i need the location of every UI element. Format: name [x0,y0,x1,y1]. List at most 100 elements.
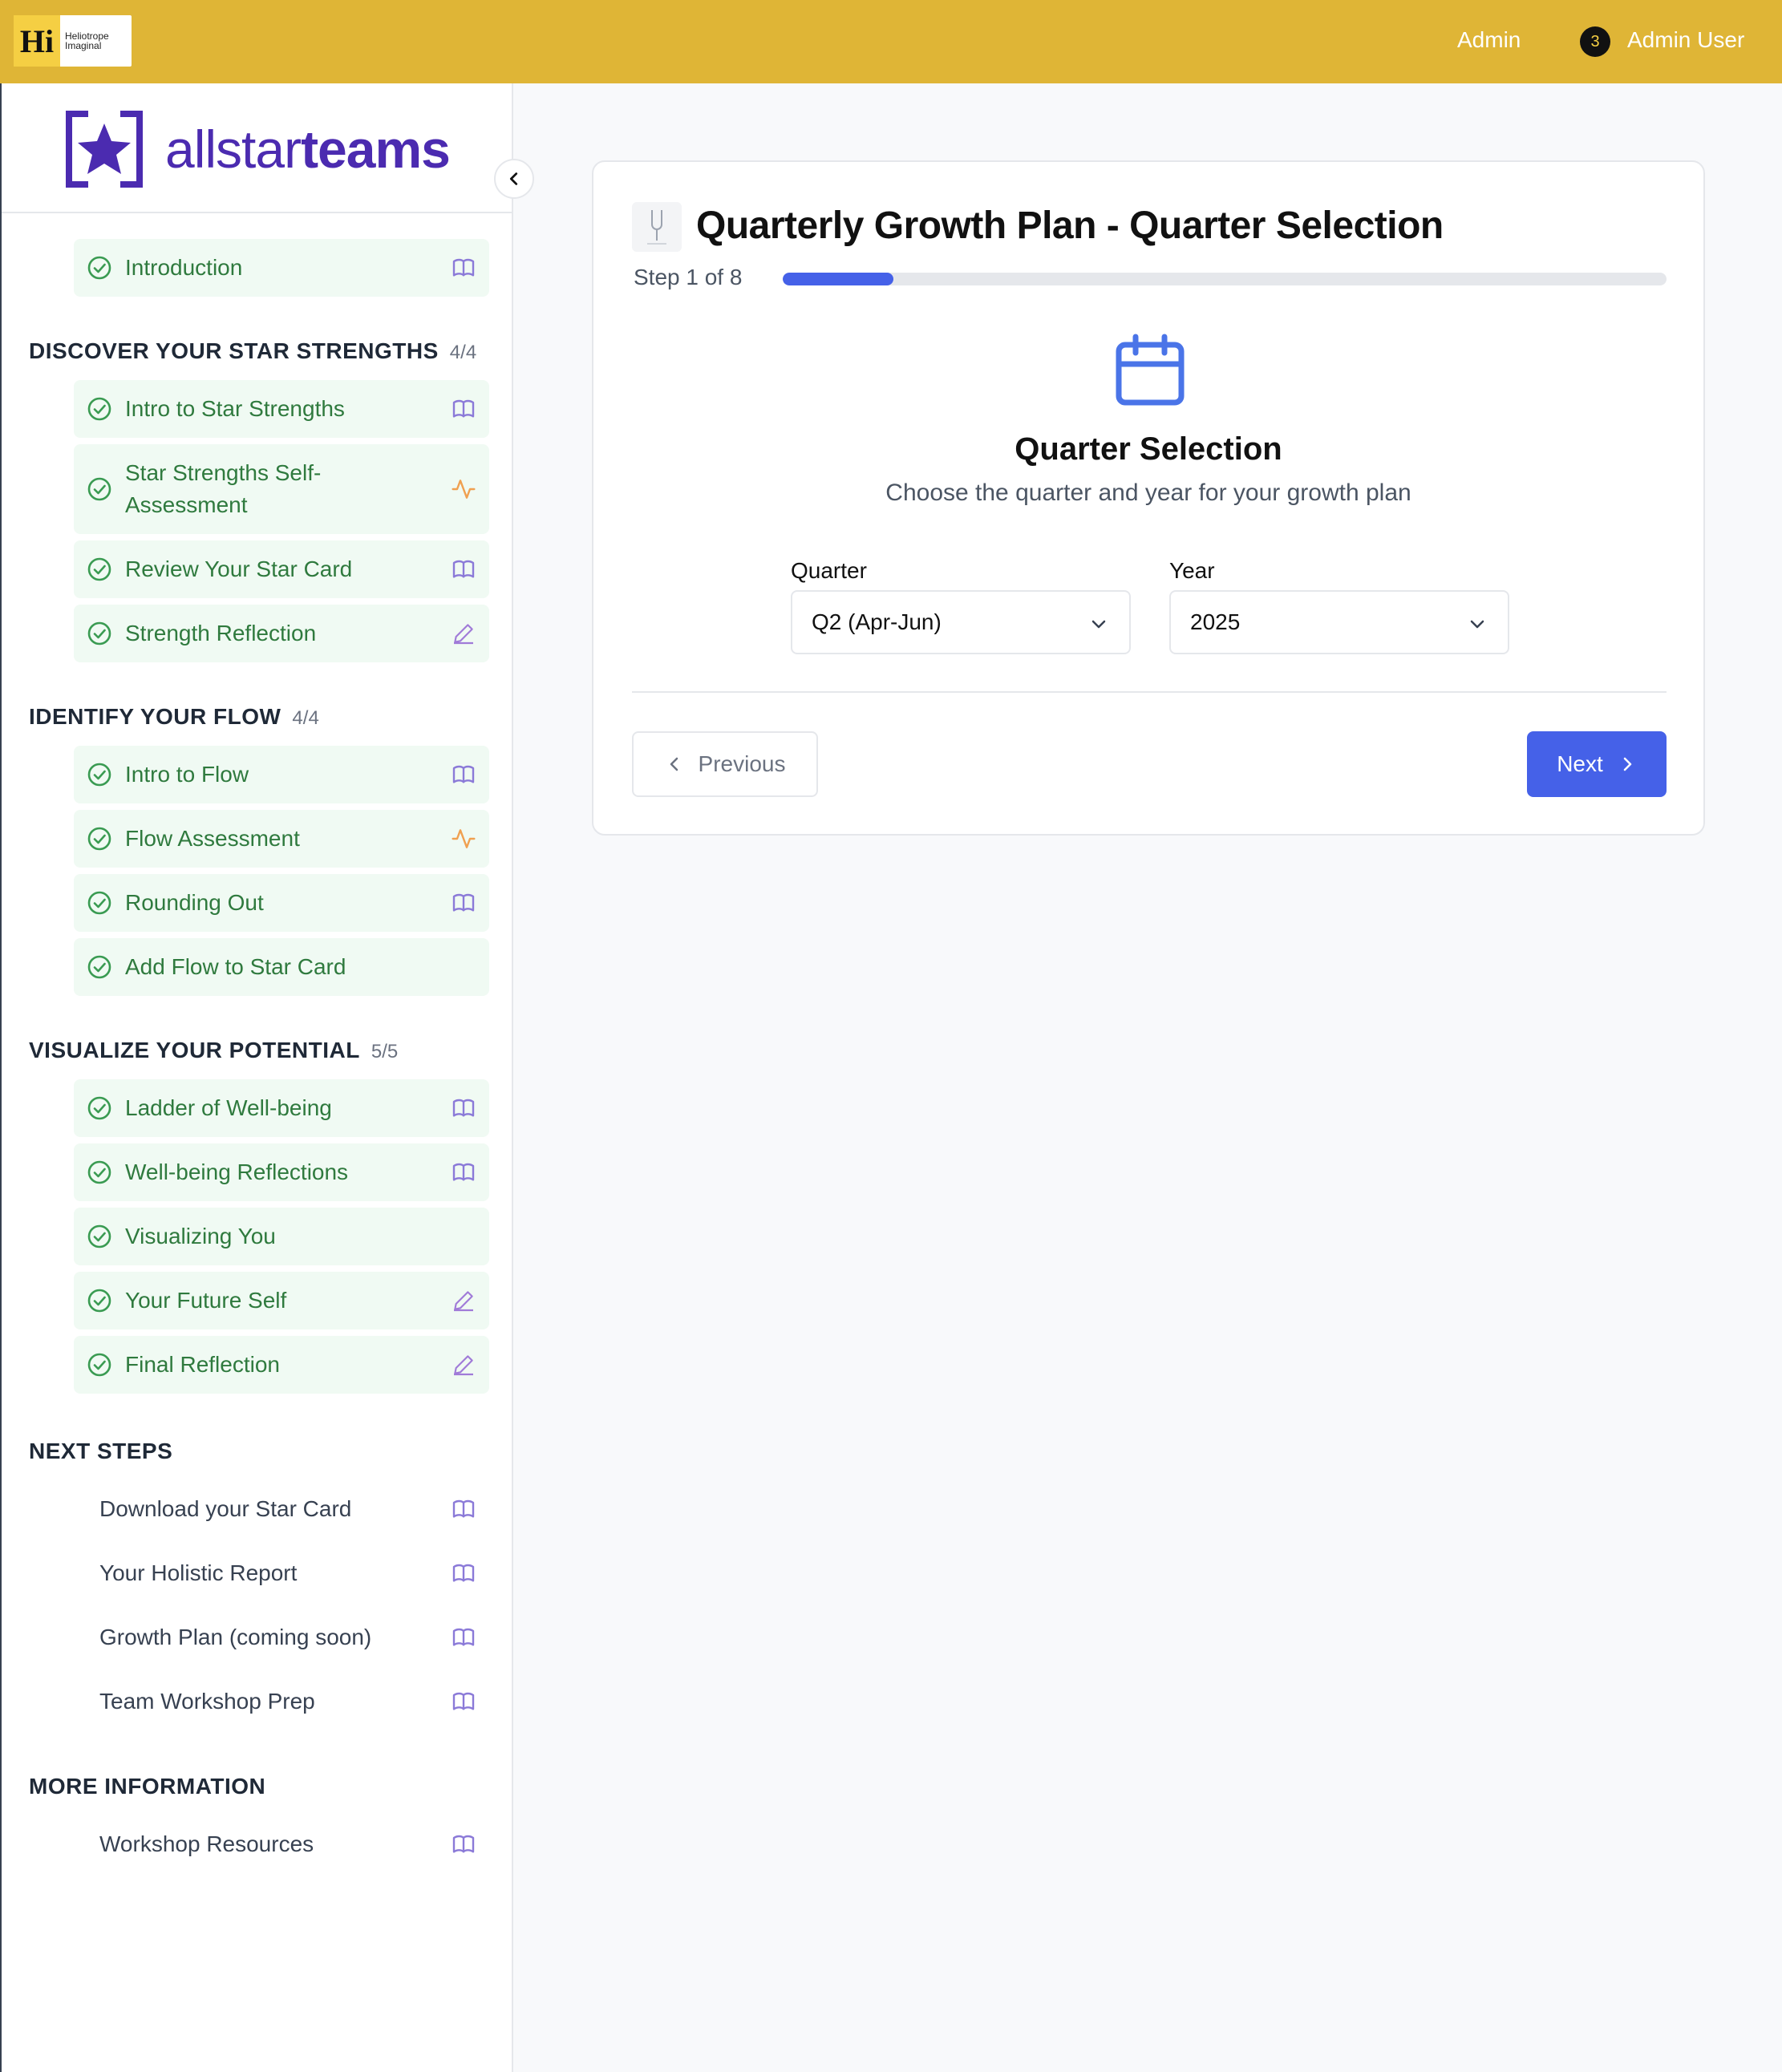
next-label: Next [1557,751,1603,776]
check-circle-icon [87,397,111,421]
sidebar-item[interactable]: Introduction [74,239,489,297]
book-icon [452,258,475,277]
book-icon [452,1628,475,1646]
check-circle-icon [87,827,111,851]
sidebar-item-label: Your Future Self [125,1288,287,1313]
year-label: Year [1169,558,1215,583]
sidebar-section-heading: DISCOVER YOUR STAR STRENGTHS 4/4 [29,338,476,364]
sidebar-item[interactable]: Add Flow to Star Card [74,938,489,996]
chevron-down-icon [1470,620,1484,629]
book-icon [452,1499,475,1518]
user-menu[interactable]: Admin User [1627,27,1744,53]
admin-link[interactable]: Admin [1457,27,1521,53]
check-circle-icon [87,1353,111,1377]
sidebar-item-label: Intro to Star Strengths [125,396,345,421]
section-subtitle: Choose the quarter and year for your gro… [885,480,1411,506]
year-select[interactable]: 2025 [1169,590,1509,654]
sidebar-item-label: Visualizing You [125,1224,276,1248]
sidebar-item[interactable]: Your Holistic Report [74,1544,489,1602]
book-icon [452,1163,475,1181]
pencil-icon [454,1291,473,1312]
sidebar-item[interactable]: Final Reflection [74,1336,489,1394]
sidebar-item-label: Growth Plan (coming soon) [99,1625,372,1649]
book-icon [452,560,475,578]
sidebar-item-label: Star Strengths Self-Assessment [125,460,322,517]
section-progress: 4/4 [292,707,319,729]
sidebar-section-heading: NEXT STEPS [29,1439,172,1464]
book-icon [452,399,475,418]
calendar-icon [1116,334,1185,406]
sidebar-item[interactable]: Your Future Self [74,1272,489,1329]
growth-plan-card: Quarterly Growth Plan - Quarter Selectio… [592,160,1705,836]
section-progress: 4/4 [449,342,477,363]
sidebar-item-label: Review Your Star Card [125,556,353,581]
sidebar-item[interactable]: Ladder of Well-being [74,1079,489,1137]
step-indicator: Step 1 of 8 [634,265,743,289]
check-circle-icon [87,621,111,645]
sidebar-item[interactable]: Visualizing You [74,1208,489,1265]
sidebar-item-label: Final Reflection [125,1352,280,1377]
quarter-select[interactable]: Q2 (Apr-Jun) [791,590,1131,654]
section-title: DISCOVER YOUR STAR STRENGTHS [29,338,439,363]
pencil-icon [454,1355,473,1376]
sidebar-item[interactable]: Workshop Resources [74,1815,489,1873]
activity-icon [452,829,476,848]
logo-line-2: Imaginal [65,40,102,51]
check-circle-icon [87,1160,111,1184]
chevron-left-icon [670,757,678,771]
check-circle-icon [87,557,111,581]
sidebar-item[interactable]: Growth Plan (coming soon) [74,1609,489,1666]
brand-divider [2,212,513,213]
sidebar-item-label: Team Workshop Prep [99,1689,315,1714]
next-button[interactable]: Next [1527,731,1667,797]
book-icon [452,1692,475,1710]
sidebar-item-label: Introduction [125,255,243,280]
sidebar-section-heading: IDENTIFY YOUR FLOW 4/4 [29,704,319,730]
sidebar-item-label: Intro to Flow [125,762,249,787]
book-icon [452,1099,475,1117]
chevron-right-icon [1623,757,1632,771]
sidebar-item-label: Download your Star Card [99,1496,352,1521]
activity-icon [452,480,476,499]
sidebar-item[interactable]: Flow Assessment [74,810,489,868]
section-progress: 5/5 [371,1041,399,1062]
sidebar-item[interactable]: Rounding Out [74,874,489,932]
quarter-label: Quarter [791,558,867,583]
top-bar: Hi Heliotrope Imaginal Admin 3 Admin Use… [0,0,1782,83]
sidebar-item[interactable]: Download your Star Card [74,1480,489,1538]
sidebar-item[interactable]: Review Your Star Card [74,540,489,598]
previous-button[interactable]: Previous [632,731,818,797]
sidebar-item[interactable]: Intro to Star Strengths [74,380,489,438]
check-circle-icon [87,256,111,280]
chevron-left-icon [509,172,518,185]
check-circle-icon [87,891,111,915]
logo-letters: Hi [14,15,60,67]
previous-label: Previous [698,751,786,776]
sidebar-item[interactable]: Strength Reflection [74,605,489,662]
check-circle-icon [87,955,111,979]
allstarteams-logo[interactable]: allstarteams [64,107,451,191]
sidebar-item-label: Your Holistic Report [99,1560,298,1585]
section-title: Quarter Selection [1015,431,1282,467]
progress-fill [783,273,893,285]
book-icon [452,765,475,783]
sidebar-item-label: Flow Assessment [125,826,300,851]
book-icon [452,1835,475,1853]
sidebar-section-heading: VISUALIZE YOUR POTENTIAL 5/5 [29,1038,398,1063]
sidebar-item[interactable]: Intro to Flow [74,746,489,803]
sidebar-item-label: Rounding Out [125,890,264,915]
section-title: MORE INFORMATION [29,1774,266,1799]
page-title: Quarterly Growth Plan - Quarter Selectio… [696,204,1444,247]
book-icon [452,1564,475,1582]
collapse-sidebar-button[interactable] [494,159,534,199]
sidebar-item[interactable]: Team Workshop Prep [74,1673,489,1730]
book-icon [452,893,475,912]
workshop-logo-icon [632,202,682,252]
year-value: 2025 [1190,609,1241,634]
check-circle-icon [87,477,111,501]
pencil-icon [454,624,473,645]
heliotrope-logo[interactable]: Hi Heliotrope Imaginal [14,15,132,67]
sidebar-item[interactable]: Well-being Reflections [74,1143,489,1201]
sidebar-item[interactable]: Star Strengths Self-Assessment [74,444,489,534]
notification-badge[interactable]: 3 [1580,26,1610,57]
